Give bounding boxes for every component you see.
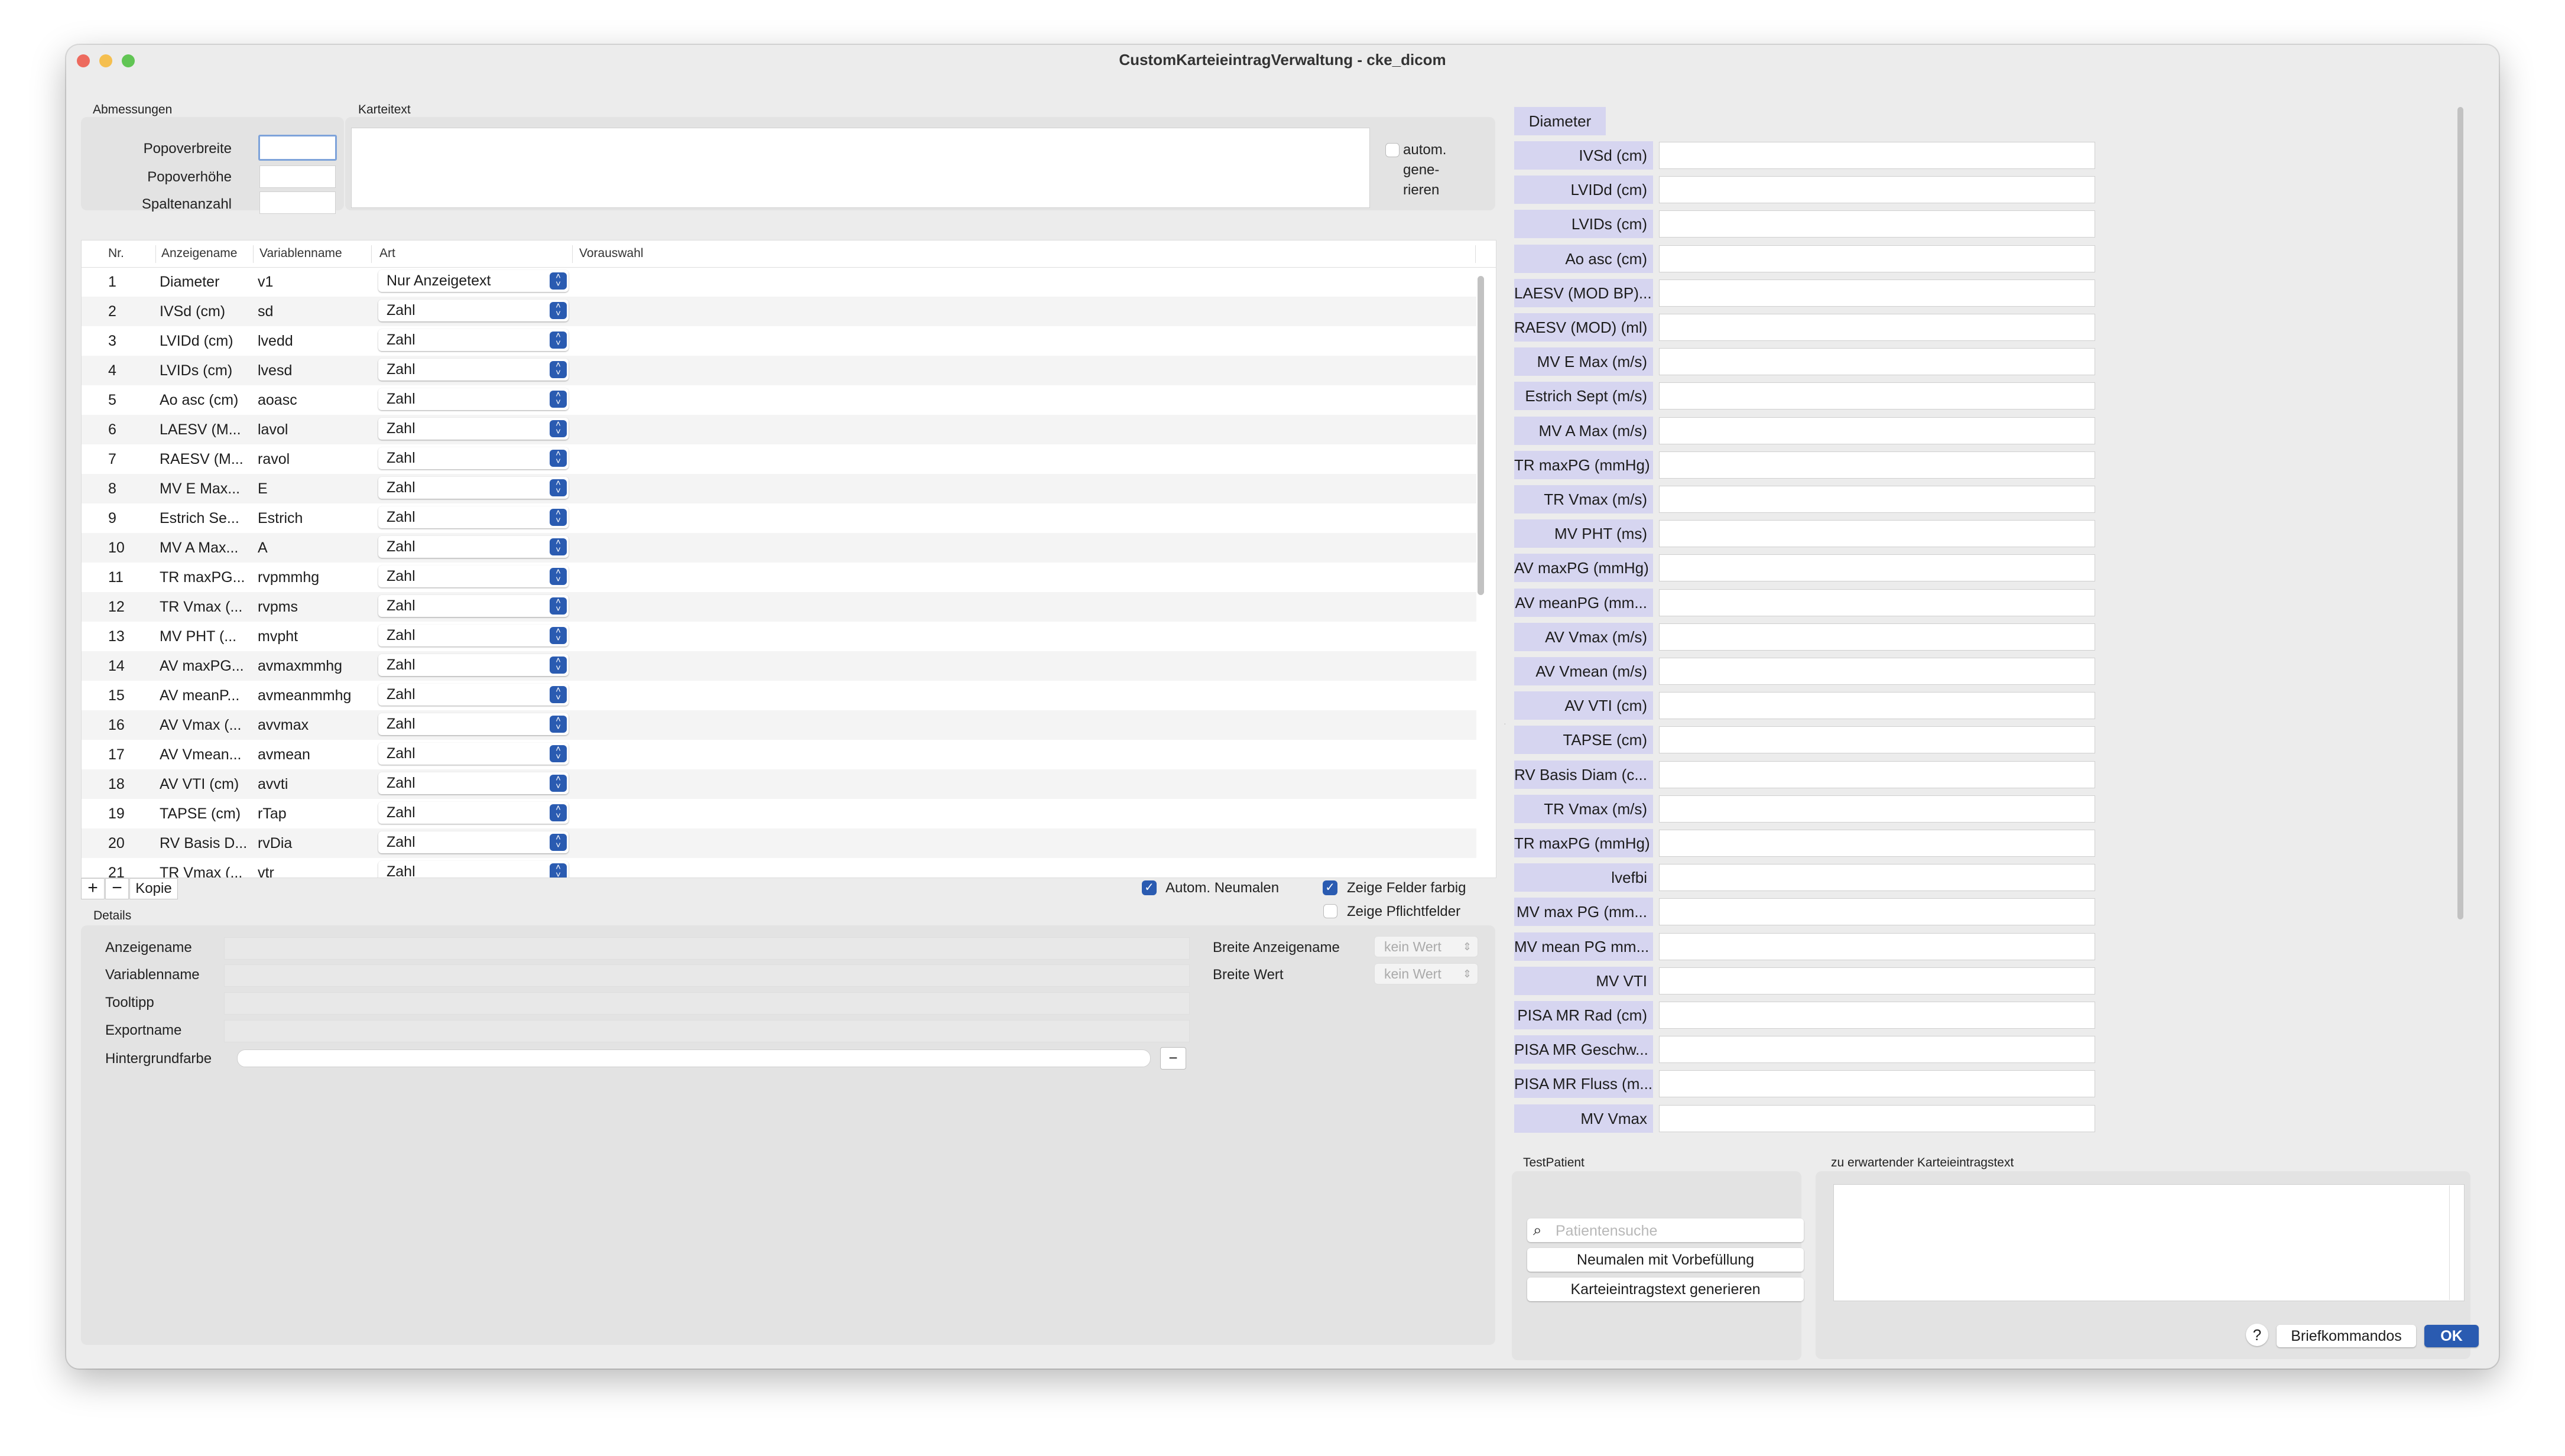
preview-field-label: PISA MR Fluss (m... (1514, 1070, 1653, 1098)
preview-field-label: MV Vmax (1514, 1104, 1653, 1133)
preview-field-label: TR maxPG (mmHg) (1514, 829, 1653, 857)
preview-field-label: MV mean PG mm... (1514, 932, 1653, 961)
preview-field-label: LAESV (MOD BP)... (1514, 278, 1653, 307)
preview-field-input[interactable] (1659, 898, 2095, 926)
expected-text-title: zu erwartender Karteieintragstext (1831, 1156, 2014, 1169)
preview-field-label: MV E Max (m/s) (1514, 347, 1653, 376)
preview-field-input[interactable] (1659, 451, 2095, 479)
preview-field-label: lvefbi (1514, 863, 1653, 892)
preview-field-input[interactable] (1659, 967, 2095, 994)
preview-field-input[interactable] (1659, 348, 2095, 376)
briefkommandos-button[interactable]: Briefkommandos (2277, 1325, 2416, 1347)
preview-field-input[interactable] (1659, 417, 2095, 444)
preview-field-input[interactable] (1659, 932, 2095, 960)
help-button[interactable]: ? (2246, 1324, 2268, 1346)
preview-field-label: AV Vmax (m/s) (1514, 622, 1653, 651)
preview-scrollbar-thumb[interactable] (2457, 107, 2463, 919)
preview-field-label: MV PHT (ms) (1514, 519, 1653, 548)
preview-field-label: TR maxPG (mmHg) (1514, 450, 1653, 479)
search-icon: ⌕ (1533, 1221, 1542, 1239)
preview-field-label: LVIDs (cm) (1514, 210, 1653, 239)
preview-field-label: RAESV (MOD) (ml) (1514, 313, 1653, 342)
preview-field-input[interactable] (1659, 554, 2095, 582)
preview-field-input[interactable] (1659, 486, 2095, 513)
karteieintragstext-generieren-button[interactable]: Karteieintragstext generieren (1527, 1278, 1804, 1301)
preview-field-label: IVSd (cm) (1514, 141, 1653, 170)
preview-field-label: AV meanPG (mm... (1514, 588, 1653, 617)
preview-field-label: MV max PG (mm... (1514, 898, 1653, 927)
preview-field-input[interactable] (1659, 589, 2095, 616)
preview-field-input[interactable] (1659, 1002, 2095, 1029)
preview-field-input[interactable] (1659, 692, 2095, 720)
preview-field-label: AV VTI (cm) (1514, 691, 1653, 720)
preview-field-input[interactable] (1659, 520, 2095, 548)
preview-field-input[interactable] (1659, 795, 2095, 823)
preview-field-input[interactable] (1659, 245, 2095, 272)
preview-field-input[interactable] (1659, 1104, 2095, 1132)
expected-text-area[interactable] (1833, 1184, 2465, 1301)
preview-field-label: RV Basis Diam (c... (1514, 760, 1653, 789)
testpatient-group: ⌕ Patientensuche Neumalen mit Vorbefüllu… (1512, 1171, 1804, 1360)
preview-field-input[interactable] (1659, 279, 2095, 307)
preview-field-label: TAPSE (cm) (1514, 726, 1653, 755)
preview-field-label: Estrich Sept (m/s) (1514, 382, 1653, 411)
preview-field-label: LVIDd (cm) (1514, 176, 1653, 204)
preview-field-label: AV maxPG (mmHg) (1514, 554, 1653, 583)
preview-field-label: AV Vmean (m/s) (1514, 657, 1653, 685)
preview-field-input[interactable] (1659, 623, 2095, 651)
preview-field-input[interactable] (1659, 142, 2095, 169)
preview-field-label: PISA MR Geschw... (1514, 1035, 1653, 1064)
testpatient-title: TestPatient (1523, 1156, 1585, 1169)
preview-field-label: MV A Max (m/s) (1514, 416, 1653, 445)
preview-field-input[interactable] (1659, 760, 2095, 788)
preview-scrollbar[interactable] (2456, 107, 2464, 1188)
preview-panel: Diameter IVSd (cm) LVIDd (cm) LVIDs (cm) Ao… (66, 45, 2499, 1156)
preview-field-input[interactable] (1659, 382, 2095, 410)
preview-field-input[interactable] (1659, 830, 2095, 857)
preview-field-input[interactable] (1659, 726, 2095, 754)
preview-field-input[interactable] (1659, 314, 2095, 341)
preview-field-label: PISA MR Rad (cm) (1514, 1001, 1653, 1029)
main-window: CustomKarteieintragVerwaltung - cke_dico… (66, 45, 2499, 1369)
preview-field-input[interactable] (1659, 176, 2095, 204)
preview-field-label: TR Vmax (m/s) (1514, 794, 1653, 823)
preview-field-input[interactable] (1659, 1070, 2095, 1098)
ok-button[interactable]: OK (2424, 1325, 2479, 1347)
patient-search-field[interactable]: ⌕ Patientensuche (1527, 1218, 1804, 1242)
preview-field-label: MV VTI (1514, 966, 1653, 995)
preview-field-label: TR Vmax (m/s) (1514, 485, 1653, 514)
neumalen-mit-vorbefuellung-button[interactable]: Neumalen mit Vorbefüllung (1527, 1248, 1804, 1272)
preview-field-input[interactable] (1659, 658, 2095, 685)
preview-field-input[interactable] (1659, 864, 2095, 892)
preview-field-input[interactable] (1659, 210, 2095, 238)
expected-text-scrollbar[interactable] (2449, 1185, 2450, 1300)
preview-field-input[interactable] (1659, 1036, 2095, 1064)
preview-field-label: Ao asc (cm) (1514, 244, 1653, 273)
preview-header: Diameter (1514, 107, 1606, 135)
